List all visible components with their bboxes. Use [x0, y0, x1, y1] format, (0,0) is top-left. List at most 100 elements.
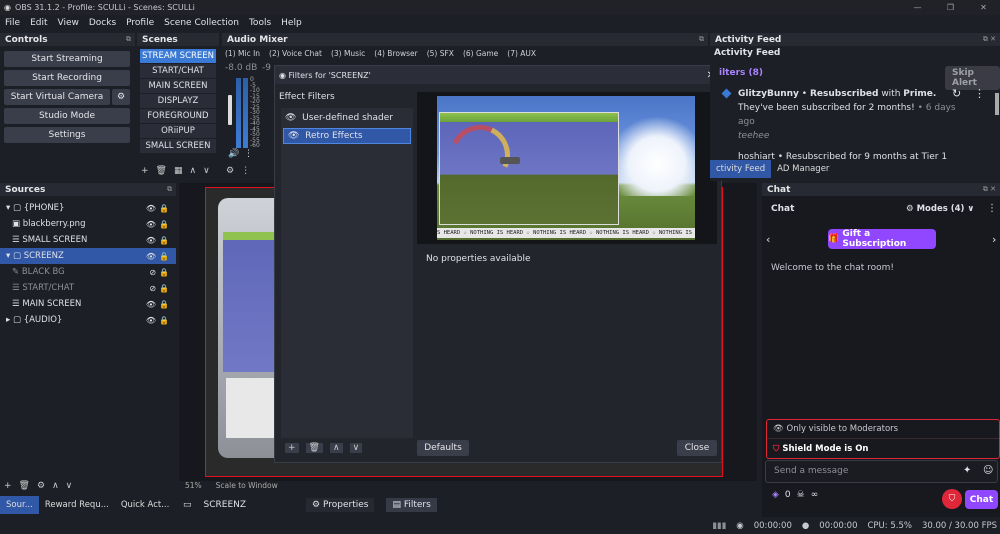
chevron-up-icon[interactable]: ∧ — [52, 481, 59, 491]
mixer-menu-icon[interactable]: ⋮ — [244, 149, 253, 159]
visibility-lock-icon[interactable]: ⊘🔒 — [149, 284, 172, 293]
source-row[interactable]: ▸ ▢ {AUDIO} 👁🔒 — [0, 312, 176, 328]
dock-float-icon[interactable]: ⧉ — [699, 35, 704, 44]
scene-item[interactable]: STREAM SCREEN — [140, 49, 216, 63]
start-recording-button[interactable]: Start Recording — [4, 70, 130, 86]
mixer-tab-browser[interactable]: (4) Browser — [374, 49, 417, 58]
filter-item-selected[interactable]: 👁 Retro Effects — [283, 128, 411, 144]
settings-button[interactable]: Settings — [4, 127, 130, 143]
filter-item[interactable]: 👁 User-defined shader — [281, 110, 413, 126]
chevron-left-icon[interactable]: ‹ — [766, 233, 770, 246]
scene-item[interactable]: SMALL SCREEN — [140, 139, 216, 153]
chevron-right-icon[interactable]: › — [992, 233, 996, 246]
filters-label[interactable]: ilters (8) — [719, 68, 763, 78]
tab-sources[interactable]: Sour... — [0, 496, 39, 514]
menu-file[interactable]: File — [0, 18, 25, 28]
eye-icon[interactable]: 👁 — [285, 113, 296, 123]
chat-send-button[interactable]: Chat — [965, 490, 998, 509]
scene-item[interactable]: DISPLAYZ — [140, 94, 216, 108]
menu-tools[interactable]: Tools — [244, 18, 276, 28]
menu-scene-collection[interactable]: Scene Collection — [159, 18, 244, 28]
gear-icon[interactable]: ⚙ — [37, 481, 45, 491]
visibility-lock-icon[interactable]: 👁🔒 — [146, 316, 172, 325]
shield-mode-icon[interactable]: ⛉ — [942, 489, 962, 509]
menu-view[interactable]: View — [53, 18, 84, 28]
zoom-level[interactable]: 51% — [185, 481, 202, 491]
mixer-tab-aux[interactable]: (7) AUX — [507, 49, 536, 58]
visibility-lock-icon[interactable]: 👁🔒 — [146, 204, 172, 213]
add-icon[interactable]: + — [285, 443, 299, 453]
minimize-icon[interactable]: — — [901, 0, 934, 15]
scrollbar-thumb[interactable] — [995, 93, 999, 115]
source-row[interactable]: ▣ blackberry.png 👁🔒 — [0, 216, 176, 232]
chat-input[interactable]: Send a message ✦ ☺ — [765, 460, 998, 483]
properties-button[interactable]: ⚙ Properties — [306, 498, 375, 512]
filter-icon[interactable]: ▦ — [174, 166, 183, 176]
maximize-icon[interactable]: ❐ — [934, 0, 967, 15]
tab-ad-manager[interactable]: AD Manager — [771, 160, 835, 178]
defaults-button[interactable]: Defaults — [417, 440, 469, 456]
gift-subscription-button[interactable]: 🎁 Gift a Subscription — [828, 229, 936, 249]
eye-icon[interactable]: 👁 — [288, 131, 299, 141]
trash-icon[interactable]: 🗑 — [305, 443, 323, 453]
menu-edit[interactable]: Edit — [25, 18, 52, 28]
start-virtual-camera-button[interactable]: Start Virtual Camera — [4, 89, 110, 105]
activity-user[interactable]: GlitzyBunny — [738, 89, 799, 99]
dock-float-icon[interactable]: ⧉ — [167, 185, 172, 194]
close-icon[interactable]: ✕ — [967, 0, 1000, 15]
bits-icon[interactable]: ✦ — [963, 465, 971, 476]
menu-docks[interactable]: Docks — [84, 18, 121, 28]
chevron-down-icon[interactable]: ∨ — [349, 443, 363, 453]
more-icon[interactable]: ⋮ — [987, 203, 997, 214]
emote-icon[interactable]: ☺ — [983, 465, 993, 476]
scale-mode[interactable]: Scale to Window — [216, 481, 278, 491]
chevron-down-icon[interactable]: ∨ — [203, 166, 210, 176]
chevron-up-icon[interactable]: ∧ — [190, 166, 197, 176]
source-row[interactable]: ✎ BLACK BG ⊘🔒 — [0, 264, 176, 280]
volume-fader-handle[interactable] — [228, 95, 232, 125]
start-streaming-button[interactable]: Start Streaming — [4, 51, 130, 67]
add-icon[interactable]: + — [4, 481, 12, 491]
trash-icon[interactable]: 🗑 — [19, 481, 30, 491]
tab-quick-actions[interactable]: Quick Act... — [115, 496, 176, 514]
gear-icon[interactable]: ⚙ — [226, 166, 234, 176]
source-row[interactable]: ▾ ▢ {PHONE} 👁🔒 — [0, 200, 176, 216]
menu-profile[interactable]: Profile — [121, 18, 159, 28]
trash-icon[interactable]: 🗑 — [156, 166, 167, 176]
speaker-icon[interactable]: 🔊 — [228, 149, 239, 159]
mixer-tab-voice-chat[interactable]: (2) Voice Chat — [269, 49, 322, 58]
more-icon[interactable]: ⋮ — [974, 87, 985, 100]
dock-float-icon[interactable]: ⧉ — [126, 35, 131, 44]
mixer-tab-music[interactable]: (3) Music — [331, 49, 365, 58]
more-icon[interactable]: ⋮ — [241, 166, 250, 176]
scene-item[interactable]: MAIN SCREEN — [140, 79, 216, 93]
visibility-lock-icon[interactable]: ⊘🔒 — [149, 268, 172, 277]
scene-item[interactable]: ORiiPUP — [140, 124, 216, 138]
studio-mode-button[interactable]: Studio Mode — [4, 108, 130, 124]
dock-float-icon[interactable]: ⧉ ✕ — [983, 35, 996, 44]
source-row[interactable]: ☰ START/CHAT ⊘🔒 — [0, 280, 176, 296]
menu-help[interactable]: Help — [276, 18, 307, 28]
mixer-tab-sfx[interactable]: (5) SFX — [427, 49, 454, 58]
source-row-selected[interactable]: ▾ ▢ SCREENZ 👁🔒 — [0, 248, 176, 264]
tab-reward-requests[interactable]: Reward Requ... — [39, 496, 115, 514]
dock-float-icon[interactable]: ⧉ ✕ — [983, 185, 996, 194]
virtual-camera-settings-gear-icon[interactable]: ⚙ — [112, 89, 130, 105]
chevron-down-icon[interactable]: ∨ — [66, 481, 73, 491]
add-icon[interactable]: + — [141, 166, 149, 176]
mixer-tab-mic-in[interactable]: (1) Mic In — [225, 49, 260, 58]
visibility-lock-icon[interactable]: 👁🔒 — [146, 220, 172, 229]
channel-points-icon[interactable]: ◈ — [772, 490, 779, 500]
filters-button[interactable]: ▤ Filters — [386, 498, 437, 512]
replay-icon[interactable]: ↻ — [952, 87, 961, 100]
source-row[interactable]: ☰ MAIN SCREEN 👁🔒 — [0, 296, 176, 312]
visibility-lock-icon[interactable]: 👁🔒 — [146, 300, 172, 309]
scene-item[interactable]: START/CHAT — [140, 64, 216, 78]
source-row[interactable]: ☰ SMALL SCREEN 👁🔒 — [0, 232, 176, 248]
mixer-tab-game[interactable]: (6) Game — [463, 49, 498, 58]
visibility-lock-icon[interactable]: 👁🔒 — [146, 252, 172, 261]
close-button[interactable]: Close — [677, 440, 717, 456]
tab-activity-feed[interactable]: ctivity Feed — [710, 160, 772, 178]
visibility-lock-icon[interactable]: 👁🔒 — [146, 236, 172, 245]
scene-item[interactable]: FOREGROUND — [140, 109, 216, 123]
